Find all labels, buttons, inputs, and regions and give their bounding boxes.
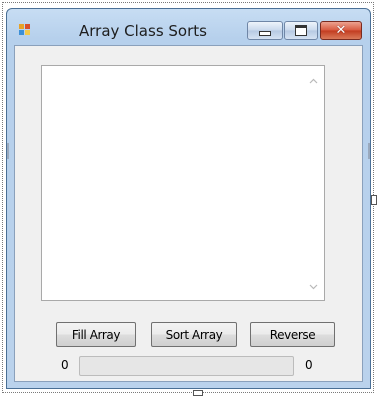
window-title: Array Class Sorts — [79, 22, 207, 40]
designer-resize-handle-bottom[interactable] — [193, 390, 203, 396]
minimize-icon — [259, 31, 271, 36]
progress-min-label: 0 — [61, 358, 69, 372]
chevron-down-icon[interactable] — [309, 284, 318, 290]
app-icon[interactable] — [19, 24, 31, 36]
close-button[interactable]: ✕ — [320, 21, 362, 40]
designer-resize-handle-right[interactable] — [371, 195, 377, 205]
window-edge-right — [368, 143, 370, 159]
progress-bar — [79, 356, 294, 376]
progress-max-label: 0 — [305, 358, 313, 372]
title-bar[interactable]: Array Class Sorts ✕ — [7, 9, 370, 45]
array-listbox[interactable] — [41, 65, 325, 301]
chevron-up-icon[interactable] — [309, 78, 318, 84]
window-edge-left — [7, 143, 9, 159]
fill-array-button[interactable]: Fill Array — [56, 322, 136, 347]
maximize-button[interactable] — [284, 21, 318, 40]
reverse-button[interactable]: Reverse — [250, 322, 335, 347]
close-icon: ✕ — [335, 23, 347, 38]
app-window: Array Class Sorts ✕ Fill Array Sort Arra… — [6, 8, 371, 389]
sort-array-button[interactable]: Sort Array — [151, 322, 237, 347]
minimize-button[interactable] — [247, 21, 283, 40]
maximize-icon — [295, 25, 307, 36]
